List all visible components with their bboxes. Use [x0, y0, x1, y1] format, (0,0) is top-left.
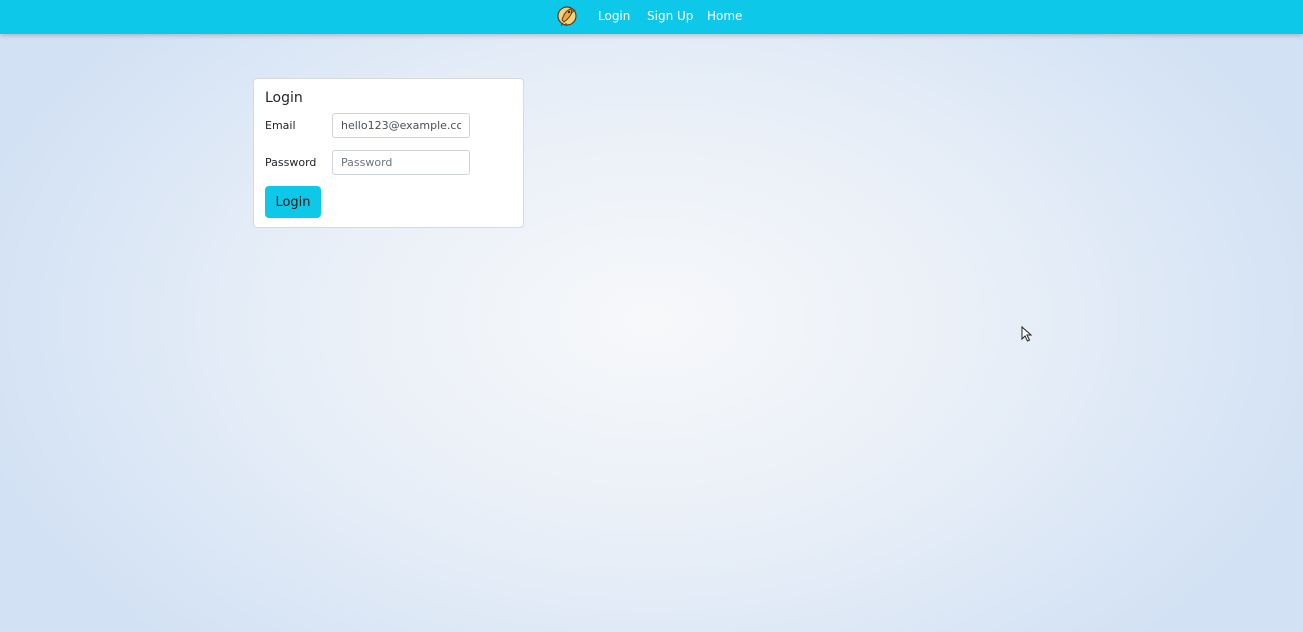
mouse-pointer-icon: [1021, 326, 1033, 342]
login-button[interactable]: Login: [265, 186, 321, 218]
email-label: Email: [265, 119, 296, 132]
login-card: Login Email Password Login: [253, 78, 524, 228]
nav-link-sign-up[interactable]: Sign Up: [647, 0, 693, 32]
password-label: Password: [265, 156, 317, 169]
login-card-title: Login: [265, 90, 303, 106]
nav-link-home[interactable]: Home: [707, 0, 742, 32]
password-field[interactable]: [332, 150, 470, 175]
email-field[interactable]: [332, 113, 470, 138]
nav-link-login[interactable]: Login: [598, 0, 630, 32]
top-navbar: Login Sign Up Home: [0, 0, 1303, 34]
bird-logo-icon[interactable]: [556, 4, 578, 28]
